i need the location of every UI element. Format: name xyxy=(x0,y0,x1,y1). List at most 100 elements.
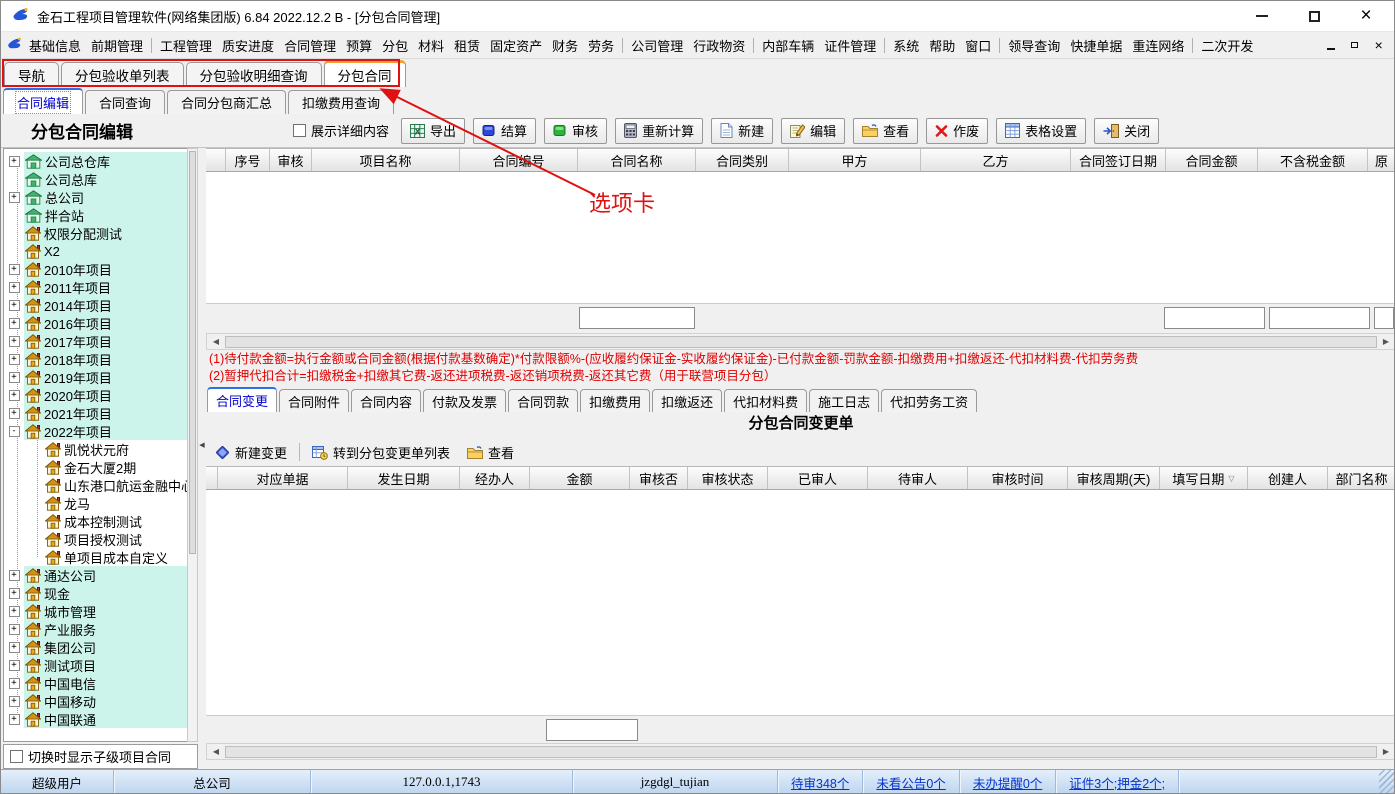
tree-item[interactable]: +2020年项目 xyxy=(4,386,187,404)
menu-item[interactable]: 领导查询 xyxy=(1003,36,1065,55)
tree-scrollbar[interactable] xyxy=(187,148,198,742)
menu-item[interactable]: 劳务 xyxy=(583,36,619,55)
tree-item-body[interactable]: 2016年项目 xyxy=(24,314,187,332)
export-button[interactable]: X导出 xyxy=(401,118,465,144)
grid1-column-header[interactable]: 不含税金额 xyxy=(1258,149,1368,171)
grid1-column-header[interactable]: 序号 xyxy=(226,149,270,171)
tree-item-body[interactable]: 测试项目 xyxy=(24,656,187,674)
menu-item[interactable]: 公司管理 xyxy=(626,36,688,55)
tree-item[interactable]: +产业服务 xyxy=(4,620,187,638)
scroll-right-icon[interactable]: ▶ xyxy=(1379,337,1393,346)
expand-icon[interactable]: + xyxy=(9,678,20,689)
tree-item[interactable]: 项目授权测试 xyxy=(4,530,187,548)
audit-button[interactable]: 审核 xyxy=(544,118,607,144)
goto-change-list-button[interactable]: 转到分包变更单列表 xyxy=(307,441,455,464)
tree-item-body[interactable]: 凯悦状元府 xyxy=(44,440,187,458)
expand-icon[interactable]: + xyxy=(9,354,20,365)
menu-item[interactable]: 重连网络 xyxy=(1127,36,1189,55)
scroll-left-icon[interactable]: ◀ xyxy=(209,747,223,756)
tree-item[interactable]: +2014年项目 xyxy=(4,296,187,314)
tree-item[interactable]: 山东港口航运金融中心 xyxy=(4,476,187,494)
menu-item[interactable]: 财务 xyxy=(547,36,583,55)
tree-item[interactable]: +2017年项目 xyxy=(4,332,187,350)
expand-icon[interactable]: + xyxy=(9,192,20,203)
show-detail-checkbox[interactable]: 展示详细内容 xyxy=(293,121,389,140)
checkbox-icon[interactable] xyxy=(293,124,306,137)
tree-item[interactable]: +2016年项目 xyxy=(4,314,187,332)
tree-item-body[interactable]: 城市管理 xyxy=(24,602,187,620)
expand-icon[interactable]: + xyxy=(9,300,20,311)
grid1-column-header[interactable]: 审核 xyxy=(270,149,312,171)
grid1-column-header[interactable]: 合同编号 xyxy=(460,149,578,171)
tree-item-body[interactable]: X2 xyxy=(24,242,187,260)
menu-item[interactable]: 行政物资 xyxy=(688,36,750,55)
tree-item[interactable]: +2011年项目 xyxy=(4,278,187,296)
tree-item-body[interactable]: 单项目成本自定义 xyxy=(44,548,187,566)
tree-item[interactable]: +现金 xyxy=(4,584,187,602)
grid1-column-header[interactable]: 合同签订日期 xyxy=(1071,149,1166,171)
detail-tab[interactable]: 合同附件 xyxy=(279,389,349,412)
tree-item[interactable]: +2021年项目 xyxy=(4,404,187,422)
scroll-right-icon[interactable]: ▶ xyxy=(1379,747,1393,756)
grid1-column-header[interactable] xyxy=(206,149,226,171)
minimize-icon[interactable] xyxy=(1254,8,1270,24)
tree-item-body[interactable]: 总公司 xyxy=(24,188,187,206)
tree-item[interactable]: +公司总仓库 xyxy=(4,152,187,170)
detail-tab[interactable]: 代扣材料费 xyxy=(724,389,807,412)
tree-item-body[interactable]: 2022年项目 xyxy=(24,422,187,440)
expand-icon[interactable]: + xyxy=(9,696,20,707)
tree-item-body[interactable]: 2020年项目 xyxy=(24,386,187,404)
menu-item[interactable]: 证件管理 xyxy=(819,36,881,55)
tree-item[interactable]: +中国联通 xyxy=(4,710,187,728)
sub-tab[interactable]: 合同分包商汇总 xyxy=(167,90,286,114)
grid2-column-header[interactable]: 金额 xyxy=(530,467,630,489)
close-form-button[interactable]: 关闭 xyxy=(1094,118,1159,144)
status-link[interactable]: 未办提醒0个 xyxy=(960,770,1056,794)
menu-item[interactable]: 系统 xyxy=(888,36,924,55)
expand-icon[interactable]: + xyxy=(9,606,20,617)
grid2-column-header[interactable]: 审核时间 xyxy=(968,467,1068,489)
tree-item[interactable]: 成本控制测试 xyxy=(4,512,187,530)
tree-item[interactable]: + 总公司 xyxy=(4,188,187,206)
tree-item-body[interactable]: 权限分配测试 xyxy=(24,224,187,242)
menu-item[interactable]: 二次开发 xyxy=(1196,36,1258,55)
scroll-thumb[interactable] xyxy=(225,746,1377,758)
detail-tab[interactable]: 扣缴费用 xyxy=(580,389,650,412)
grid2-body[interactable] xyxy=(206,490,1395,716)
tree-item-body[interactable]: 龙马 xyxy=(44,494,187,512)
document-tab[interactable]: 分包合同 xyxy=(324,60,406,87)
menu-item[interactable]: 合同管理 xyxy=(279,36,341,55)
resize-grip[interactable] xyxy=(1379,770,1394,794)
grid2-column-header[interactable]: 经办人 xyxy=(460,467,530,489)
sub-tab[interactable]: 合同编辑 xyxy=(3,88,83,114)
grid2-column-header[interactable]: 审核状态 xyxy=(688,467,768,489)
new-button[interactable]: 新建 xyxy=(711,118,773,144)
expand-icon[interactable]: + xyxy=(9,408,20,419)
tree-item[interactable]: +测试项目 xyxy=(4,656,187,674)
tree-item[interactable]: +2018年项目 xyxy=(4,350,187,368)
panel-splitter[interactable]: ◀ xyxy=(198,148,206,742)
status-link[interactable]: 待审348个 xyxy=(778,770,863,794)
mdi-close-icon[interactable]: × xyxy=(1371,38,1386,52)
view-change-button[interactable]: 查看 xyxy=(462,441,519,464)
expand-icon[interactable]: + xyxy=(9,372,20,383)
tree-item[interactable]: 金石大厦2期 xyxy=(4,458,187,476)
grid1-column-header[interactable]: 原 xyxy=(1368,149,1395,171)
show-child-contracts-checkbox[interactable]: 切换时显示子级项目合同 xyxy=(10,747,171,766)
mdi-minimize-icon[interactable] xyxy=(1323,38,1338,52)
tree-item[interactable]: +中国电信 xyxy=(4,674,187,692)
scroll-left-icon[interactable]: ◀ xyxy=(209,337,223,346)
tree-item-body[interactable]: 产业服务 xyxy=(24,620,187,638)
document-tab[interactable]: 分包验收明细查询 xyxy=(186,62,322,87)
tree-item-body[interactable]: 山东港口航运金融中心 xyxy=(44,476,187,494)
grid2-column-header[interactable] xyxy=(206,467,218,489)
tree-item-body[interactable]: 2014年项目 xyxy=(24,296,187,314)
grid1-column-header[interactable]: 甲方 xyxy=(789,149,921,171)
tree-item[interactable]: 拌合站 xyxy=(4,206,187,224)
document-tab[interactable]: 分包验收单列表 xyxy=(61,62,184,87)
menu-item[interactable]: 帮助 xyxy=(924,36,960,55)
tree-item[interactable]: 凯悦状元府 xyxy=(4,440,187,458)
grid2-column-header[interactable]: 部门名称 xyxy=(1328,467,1395,489)
new-change-button[interactable]: 新建变更 xyxy=(210,441,292,464)
grid2-hscrollbar[interactable]: ◀ ▶ xyxy=(206,743,1395,760)
